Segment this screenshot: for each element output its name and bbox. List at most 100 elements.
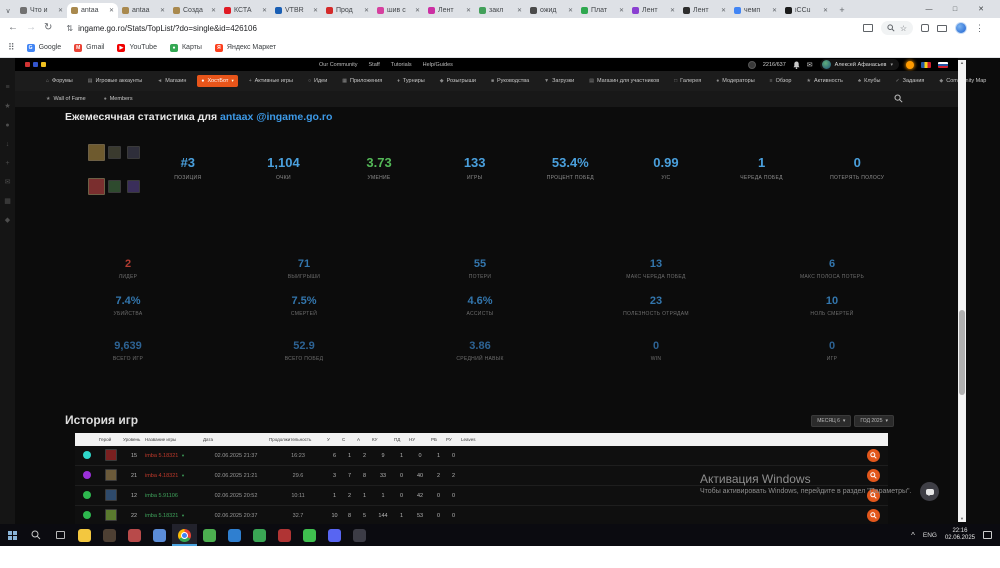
nav-item[interactable]: ≡ Обзор ▾	[766, 75, 796, 87]
view-game-button[interactable]	[866, 469, 880, 482]
tab-close-icon[interactable]: ✕	[364, 7, 369, 14]
nav-item[interactable]: ■ Руководства ▾	[487, 75, 533, 87]
tab-close-icon[interactable]: ✕	[823, 7, 828, 14]
theme-sun-icon[interactable]	[906, 60, 914, 69]
tab-close-icon[interactable]: ✕	[619, 7, 624, 14]
user-menu[interactable]: Алексей Афанасьев ▾	[819, 59, 899, 70]
start-button[interactable]	[0, 524, 24, 546]
taskbar-app[interactable]	[122, 524, 147, 546]
flag-ro-icon[interactable]	[921, 61, 931, 68]
tab-close-icon[interactable]: ✕	[466, 7, 471, 14]
nav-item[interactable]: ▼ Загрузки ▾	[540, 75, 578, 87]
hero-icon[interactable]	[88, 144, 105, 161]
nav-item[interactable]: ✓ Задания ▾	[891, 75, 928, 87]
hero-icon[interactable]	[127, 180, 140, 193]
taskbar-app[interactable]	[97, 524, 122, 546]
utility-link[interactable]: Staff	[369, 62, 380, 68]
game-name-link[interactable]: imba 5.18321	[145, 513, 178, 519]
window-close-button[interactable]: ✕	[968, 5, 994, 13]
back-button[interactable]: ←	[8, 23, 18, 33]
browser-tab[interactable]: ожид ✕	[526, 3, 577, 18]
tab-close-icon[interactable]: ✕	[517, 7, 522, 14]
bookmark-item[interactable]: ▶ YouTube	[117, 43, 157, 52]
bell-icon[interactable]	[793, 61, 800, 69]
table-row[interactable]: 22 imba 5.18321 ▾ 02.06.2025 20:37 32.7 …	[75, 506, 888, 524]
notification-center-icon[interactable]	[983, 531, 992, 539]
utility-link[interactable]: Our Community	[319, 62, 358, 68]
nav-item[interactable]: + Активные игры ▾	[245, 75, 297, 87]
profile-avatar[interactable]	[955, 22, 967, 34]
flag-ru-icon[interactable]	[938, 61, 948, 68]
bookmark-item[interactable]: G Google	[26, 43, 61, 52]
browser-tab[interactable]: Созда ✕	[169, 3, 220, 18]
filter-dropdown[interactable]: ГОД 2025 ▾	[854, 415, 894, 427]
game-name-link[interactable]: imba 5.91106	[145, 493, 178, 499]
table-row[interactable]: 15 imba 5.18321 ▾ 02.06.2025 21:37 16:23…	[75, 446, 888, 466]
nav-item[interactable]: ▤ Магазин для участников ▾	[585, 75, 663, 87]
browser-tab[interactable]: iCCu ✕	[781, 3, 832, 18]
taskbar-app[interactable]	[322, 524, 347, 546]
password-manager-icon[interactable]	[937, 24, 947, 32]
zoom-indicator[interactable]: ☆	[880, 21, 913, 35]
nav-item[interactable]: □ Галерея ▾	[670, 75, 705, 87]
tab-search-button[interactable]: ∨	[0, 3, 16, 18]
taskbar-search-button[interactable]	[24, 524, 48, 546]
tab-close-icon[interactable]: ✕	[568, 7, 573, 14]
taskbar-app[interactable]	[197, 524, 222, 546]
sidebar-tool-icon[interactable]: ▦	[4, 198, 11, 205]
nav-item[interactable]: ◄ Магазин ▾	[153, 75, 190, 87]
hero-icon[interactable]	[88, 178, 105, 195]
nav-item[interactable]: ● Members	[100, 93, 137, 105]
sidebar-tool-icon[interactable]: ●	[5, 122, 9, 129]
filter-dropdown[interactable]: МЕСЯЦ 6 ▾	[811, 415, 852, 427]
tab-close-icon[interactable]: ✕	[670, 7, 675, 14]
sidebar-tool-icon[interactable]: ◆	[5, 217, 10, 224]
sidebar-tool-icon[interactable]: ↓	[6, 141, 10, 148]
sidebar-tool-icon[interactable]: ≡	[5, 84, 9, 91]
taskbar-app[interactable]	[172, 524, 197, 546]
view-game-button[interactable]	[866, 509, 880, 522]
tab-close-icon[interactable]: ✕	[109, 7, 114, 14]
forward-button[interactable]: →	[26, 23, 36, 33]
utility-link[interactable]: Help/Guides	[423, 62, 453, 68]
bookmark-item[interactable]: M Gmail	[74, 43, 104, 52]
new-tab-button[interactable]: +	[835, 3, 849, 17]
game-name-link[interactable]: imba 5.18321	[145, 453, 178, 459]
page-scrollbar[interactable]: ▲ ▼	[958, 60, 966, 522]
browser-tab[interactable]: Что и ✕	[16, 3, 67, 18]
tab-close-icon[interactable]: ✕	[160, 7, 165, 14]
nav-item[interactable]: ★ Активность ▾	[802, 75, 846, 87]
tray-expand-icon[interactable]: ^	[911, 531, 915, 540]
tab-close-icon[interactable]: ✕	[772, 7, 777, 14]
extensions-icon[interactable]	[921, 24, 929, 32]
browser-tab[interactable]: Лент ✕	[679, 3, 730, 18]
browser-tab[interactable]: Плат ✕	[577, 3, 628, 18]
install-icon[interactable]	[862, 24, 873, 32]
taskbar-app[interactable]	[222, 524, 247, 546]
address-bar[interactable]: ⇅ ingame.go.ro/Stats/TopList/?do=single&…	[60, 21, 854, 36]
browser-tab[interactable]: закл ✕	[475, 3, 526, 18]
nav-item[interactable]: ⌂ Форумы ▾	[42, 75, 77, 87]
browser-tab[interactable]: Лент ✕	[628, 3, 679, 18]
hero-icon[interactable]	[108, 180, 121, 193]
player-profile-link[interactable]: antaax @ingame.go.ro	[220, 111, 332, 123]
sidebar-tool-icon[interactable]: ✉	[5, 179, 11, 186]
browser-tab[interactable]: КСТА ✕	[220, 3, 271, 18]
utility-link[interactable]: Tutorials	[391, 62, 412, 68]
nav-item[interactable]: ▦ Приложения ▾	[338, 75, 386, 87]
nav-item[interactable]: ● ХостБот ▾	[197, 75, 238, 87]
nav-item[interactable]: ○ Идеи ▾	[304, 75, 331, 87]
taskbar-app[interactable]	[147, 524, 172, 546]
taskbar-app[interactable]	[297, 524, 322, 546]
nav-item[interactable]: ♣ Клубы ▾	[854, 75, 885, 87]
sidebar-tool-icon[interactable]: ★	[4, 103, 10, 110]
window-minimize-button[interactable]: —	[916, 6, 942, 13]
tab-close-icon[interactable]: ✕	[58, 7, 63, 14]
mail-icon[interactable]: ✉	[807, 61, 813, 69]
tab-close-icon[interactable]: ✕	[721, 7, 726, 14]
nav-item[interactable]: ♦ Турниры ▾	[393, 75, 428, 87]
clock[interactable]: 22:16 02.06.2025	[945, 528, 975, 542]
nav-item[interactable]: ● Модераторы ▾	[712, 75, 758, 87]
nav-item[interactable]: ◆ Розыгрыши ▾	[436, 75, 480, 87]
sidebar-tool-icon[interactable]: +	[5, 160, 9, 167]
